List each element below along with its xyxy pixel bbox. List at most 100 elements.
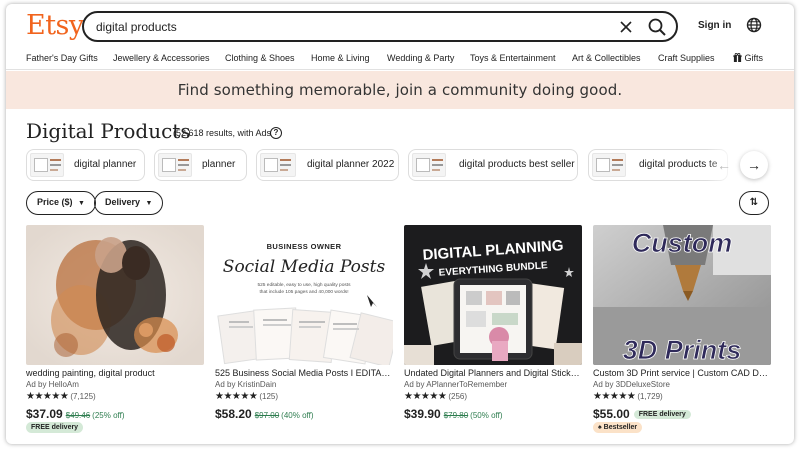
chip-thumbnail: [412, 153, 446, 177]
sort-button[interactable]: ⇅: [739, 191, 769, 215]
search-input[interactable]: [96, 18, 596, 36]
listing-rating: ★★★★★ (7,125): [26, 391, 96, 402]
category-jewellery[interactable]: Jewellery & Accessories: [113, 53, 210, 63]
listing-title[interactable]: 525 Business Social Media Posts I EDITAB…: [215, 368, 393, 378]
listing-price-row: $58.20 $97.00 (40% off): [215, 405, 313, 423]
image-heading: Custom: [632, 228, 733, 258]
listing-shop: Ad by KristinDain: [215, 380, 277, 389]
chip-label: digital products best seller: [459, 159, 575, 170]
category-wedding-party[interactable]: Wedding & Party: [387, 53, 454, 63]
listing-price: $37.09: [26, 407, 63, 421]
review-count: (7,125): [70, 392, 96, 401]
results-count: (52,618 results, with Ads: [173, 128, 272, 138]
listing-image[interactable]: Custom 3D Prints: [593, 225, 771, 365]
image-script-title: Social Media Posts: [223, 257, 386, 277]
category-toys[interactable]: Toys & Entertainment: [470, 53, 556, 63]
search-bar[interactable]: [82, 11, 678, 42]
help-icon[interactable]: ?: [270, 127, 282, 139]
listing-image[interactable]: BUSINESS OWNER Social Media Posts 525 ed…: [215, 225, 393, 365]
caret-down-icon: ▼: [78, 200, 85, 207]
review-count: (256): [448, 392, 468, 401]
arrow-left-icon[interactable]: ←: [710, 151, 738, 179]
star-rating-icon: ★★★★★: [593, 391, 636, 402]
category-art[interactable]: Art & Collectibles: [572, 53, 641, 63]
free-delivery-badge: FREE delivery: [633, 410, 691, 419]
star-rating-icon: ★★★★★: [215, 391, 258, 402]
page-title: Digital Products: [26, 119, 191, 143]
chip-thumbnail: [158, 153, 192, 177]
discount-text: (25% off): [92, 411, 125, 420]
site-header: Etsy Sign in: [6, 4, 794, 48]
review-count: (125): [259, 392, 279, 401]
chip-thumbnail: [592, 153, 626, 177]
listing-image[interactable]: DIGITAL PLANNING EVERYTHING BUNDLE: [404, 225, 582, 365]
listing-rating: ★★★★★ (256): [404, 391, 467, 402]
star-rating-icon: ★★★★★: [404, 391, 447, 402]
listing-card[interactable]: wedding painting, digital product Ad by …: [26, 225, 204, 437]
review-count: (1,729): [637, 392, 663, 401]
original-price: $49.46: [65, 411, 91, 420]
price-filter-button[interactable]: Price ($) ▼: [26, 191, 96, 215]
listing-title[interactable]: Custom 3D Print service | Custom CAD Des…: [593, 368, 771, 378]
gift-icon: [733, 52, 742, 62]
listing-rating: ★★★★★ (125): [215, 391, 278, 402]
category-gifts[interactable]: Gifts: [733, 52, 764, 63]
star-rating-icon: ★★★★★: [26, 391, 69, 402]
bestseller-icon: ♠: [598, 424, 602, 431]
listing-title[interactable]: wedding painting, digital product: [26, 368, 204, 378]
close-icon[interactable]: [616, 17, 636, 37]
sign-in-link[interactable]: Sign in: [698, 20, 731, 31]
listing-price-row: $39.90 $79.80 (50% off): [404, 405, 502, 423]
promo-banner: Find something memorable, join a communi…: [6, 71, 794, 109]
related-search-chip[interactable]: digital planner 2022: [256, 149, 399, 181]
chip-label: digital planner 2022: [307, 159, 395, 170]
banner-text: Find something memorable, join a communi…: [177, 81, 623, 99]
listing-shop: Ad by 3DDeluxeStore: [593, 380, 670, 389]
category-gifts-label: Gifts: [744, 53, 764, 63]
listing-card[interactable]: DIGITAL PLANNING EVERYTHING BUNDLE Undat…: [404, 225, 582, 437]
sort-icon: ⇅: [749, 197, 759, 208]
listing-card[interactable]: BUSINESS OWNER Social Media Posts 525 ed…: [215, 225, 393, 437]
arrow-right-icon[interactable]: →: [740, 151, 768, 179]
discount-text: (50% off): [470, 411, 503, 420]
price-filter-label: Price ($): [37, 197, 73, 207]
image-subtext-2: that include 105 pages and 40,000 words!: [259, 289, 348, 295]
listing-price: $55.00: [593, 407, 630, 421]
browser-page: Etsy Sign in Father's Day Gifts Jeweller…: [6, 4, 794, 444]
listing-image[interactable]: [26, 225, 204, 365]
image-subtext-1: 525 editable, easy to use, high quality …: [257, 282, 351, 288]
listing-card[interactable]: Custom 3D Prints Custom 3D Print service…: [593, 225, 771, 437]
category-craft-supplies[interactable]: Craft Supplies: [658, 53, 715, 63]
delivery-filter-label: Delivery: [105, 197, 141, 207]
discount-text: (40% off): [281, 411, 314, 420]
listing-price: $39.90: [404, 407, 441, 421]
search-icon[interactable]: [646, 16, 668, 38]
original-price: $97.00: [254, 411, 280, 420]
globe-icon[interactable]: [746, 17, 762, 33]
chip-thumbnail: [260, 153, 296, 177]
related-search-chip[interactable]: planner: [154, 149, 247, 181]
listing-title[interactable]: Undated Digital Planners and Digital Sti…: [404, 368, 582, 378]
related-search-chip[interactable]: digital products best seller: [408, 149, 578, 181]
listing-price: $58.20: [215, 407, 252, 421]
category-home-living[interactable]: Home & Living: [311, 53, 370, 63]
chip-label: digital planner: [74, 159, 137, 170]
category-nav: Father's Day Gifts Jewellery & Accessori…: [6, 48, 794, 70]
etsy-logo[interactable]: Etsy: [26, 10, 84, 41]
chip-thumbnail: [30, 153, 64, 177]
category-fathers-day-gifts[interactable]: Father's Day Gifts: [26, 53, 98, 63]
caret-down-icon: ▼: [145, 200, 153, 207]
bestseller-badge: ♠ Bestseller: [593, 422, 643, 433]
listing-shop: Ad by APlannerToRemember: [404, 380, 508, 389]
image-heading: BUSINESS OWNER: [267, 242, 342, 251]
listing-price-row: $37.09 $49.46 (25% off): [26, 405, 124, 423]
chip-label: planner: [202, 159, 236, 170]
category-clothing[interactable]: Clothing & Shoes: [225, 53, 295, 63]
delivery-filter-button[interactable]: Delivery ▼: [94, 191, 164, 215]
original-price: $79.80: [443, 411, 469, 420]
listing-shop: Ad by HelloAm: [26, 380, 79, 389]
listing-rating: ★★★★★ (1,729): [593, 391, 663, 402]
listing-price-row: $55.00 FREE delivery: [593, 405, 691, 423]
image-subheading: 3D Prints: [623, 335, 742, 365]
related-search-chip[interactable]: digital planner: [26, 149, 145, 181]
